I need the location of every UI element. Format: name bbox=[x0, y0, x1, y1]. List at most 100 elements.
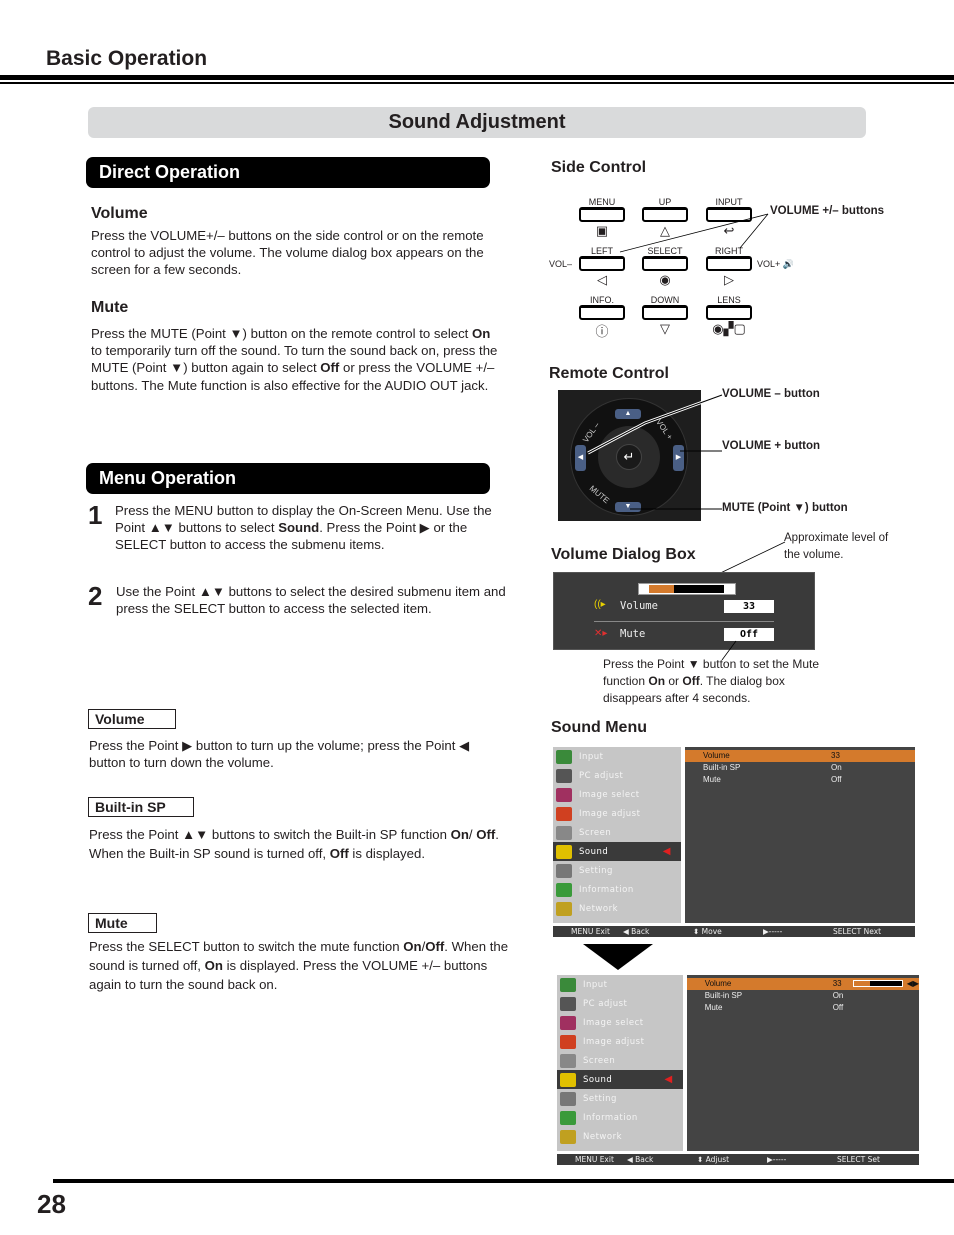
menu-category-icon bbox=[560, 996, 576, 1011]
volume-item-text: Press the Point ▶ button to turn up the … bbox=[89, 738, 470, 771]
osd-sidebar-item[interactable]: Setting bbox=[553, 861, 681, 880]
section-title: Basic Operation bbox=[46, 47, 208, 70]
osd-sidebar-item[interactable]: Image adjust bbox=[557, 1032, 683, 1051]
divider bbox=[594, 621, 774, 622]
osd-sidebar-item[interactable]: Image select bbox=[557, 1013, 683, 1032]
header-rule bbox=[0, 75, 954, 80]
side-button-symbol-icon: ◉▞▢ bbox=[712, 321, 746, 336]
mute-callout: MUTE (Point ▼) button bbox=[722, 502, 848, 514]
osd-sidebar-label: Input bbox=[583, 979, 608, 990]
osd-sidebar-label: Information bbox=[583, 1112, 638, 1123]
step-text: Use the Point ▲▼ buttons to select the d… bbox=[116, 584, 506, 617]
side-button-symbol-icon: ◉ bbox=[659, 272, 671, 287]
osd-sidebar-item[interactable]: Screen bbox=[553, 823, 681, 842]
side-button-label: INFO. bbox=[590, 295, 614, 305]
selected-marker-icon: ◀ bbox=[662, 846, 671, 857]
osd-sidebar-label: Screen bbox=[583, 1055, 616, 1066]
side-button-label: LENS bbox=[717, 295, 741, 305]
side-button bbox=[706, 305, 752, 320]
dialog-note: Press the Point ▼ button to set the Mute… bbox=[603, 657, 819, 705]
row-value: Off bbox=[831, 775, 842, 784]
help-bar-item: SELECT Set bbox=[837, 1155, 880, 1164]
osd-submenu-row[interactable]: Volume 33 bbox=[685, 750, 915, 762]
osd-sidebar-label: Network bbox=[579, 903, 618, 914]
menu-category-icon bbox=[560, 1015, 576, 1030]
osd-sidebar-item[interactable]: Sound ◀ bbox=[557, 1070, 683, 1089]
sound-menu-screen: Input PC adjust Image select Image adjust Sc… bbox=[553, 747, 915, 937]
osd-submenu-row[interactable]: Built-in SP On bbox=[687, 990, 919, 1002]
builtin-sp-item-label: Built-in SP bbox=[88, 797, 194, 817]
osd-sidebar-item[interactable]: Information bbox=[557, 1108, 683, 1127]
menu-category-icon bbox=[556, 806, 572, 821]
mute-icon: ✕▸ bbox=[594, 628, 608, 639]
osd-sidebar-item[interactable]: Setting bbox=[557, 1089, 683, 1108]
page-number: 28 bbox=[37, 1189, 66, 1219]
side-button-label: INPUT bbox=[715, 197, 743, 207]
osd-sidebar-item[interactable]: Information bbox=[553, 880, 681, 899]
osd-sidebar: Input PC adjust Image select Image adjust Sc… bbox=[557, 975, 683, 1151]
osd-submenu: Volume 33 ◀▶ Built-in SP On Mute Off bbox=[686, 975, 919, 1151]
osd-sidebar-label: Image select bbox=[583, 1017, 644, 1028]
menu-category-icon bbox=[556, 749, 572, 764]
osd-sidebar-item[interactable]: Image select bbox=[553, 785, 681, 804]
row-value: On bbox=[832, 991, 844, 1000]
osd-sidebar-item[interactable]: Network bbox=[553, 899, 681, 918]
help-bar-item: ⬍ Move bbox=[693, 927, 722, 936]
row-value: Off bbox=[832, 1003, 844, 1012]
selected-marker-icon: ◀ bbox=[664, 1074, 673, 1085]
row-value: 33 bbox=[831, 751, 840, 760]
osd-sidebar-label: Sound bbox=[579, 846, 609, 857]
osd-sidebar-label: Input bbox=[579, 751, 604, 762]
side-button-symbol-icon: ▷ bbox=[724, 272, 734, 287]
osd-sidebar-label: Image adjust bbox=[583, 1036, 645, 1047]
osd-sidebar-label: Network bbox=[583, 1131, 622, 1142]
volume-dialog: ((▸ Volume 33 ✕▸ Mute Off bbox=[553, 572, 815, 650]
menu-category-icon bbox=[560, 1129, 576, 1144]
menu-operation-heading: Menu Operation bbox=[86, 463, 490, 494]
osd-sidebar-item[interactable]: Image adjust bbox=[553, 804, 681, 823]
menu-category-icon bbox=[556, 882, 572, 897]
direct-operation-heading: Direct Operation bbox=[86, 157, 490, 188]
side-button-label: MENU bbox=[588, 197, 616, 207]
row-name: Volume bbox=[703, 751, 730, 760]
side-button-symbol-icon: ▽ bbox=[660, 321, 670, 336]
help-bar-item: ⬍ Adjust bbox=[697, 1155, 730, 1164]
menu-category-icon bbox=[556, 863, 572, 878]
osd-sidebar-item[interactable]: PC adjust bbox=[553, 766, 681, 785]
osd-submenu-row[interactable]: Mute Off bbox=[685, 774, 915, 786]
osd-submenu-row[interactable]: Built-in SP On bbox=[685, 762, 915, 774]
mute-heading: Mute bbox=[91, 299, 129, 316]
mute-item-text: Press the SELECT button to switch the mu… bbox=[89, 939, 509, 992]
row-value: 33 bbox=[832, 979, 842, 988]
volume-slider[interactable] bbox=[852, 980, 903, 987]
help-bar-item: SELECT Next bbox=[833, 927, 882, 936]
menu-category-icon bbox=[556, 825, 572, 840]
osd-sidebar: Input PC adjust Image select Image adjust Sc… bbox=[553, 747, 681, 923]
callout-lines bbox=[619, 213, 769, 253]
osd-sidebar-item[interactable]: Input bbox=[557, 975, 683, 994]
row-name: Mute bbox=[704, 1003, 723, 1012]
osd-sidebar-item[interactable]: Input bbox=[553, 747, 681, 766]
row-value: On bbox=[831, 763, 842, 772]
volume-adjust-screen: Input PC adjust Image select Image adjust Sc… bbox=[557, 975, 919, 1165]
volume-heading: Volume bbox=[91, 205, 148, 222]
osd-submenu-row[interactable]: Mute Off bbox=[687, 1002, 919, 1014]
osd-help-bar: MENU Exit ◀ Back ⬍ Move ▶----- SELECT Next bbox=[553, 926, 915, 937]
volume-dialog-heading: Volume Dialog Box bbox=[551, 546, 696, 563]
row-name: Volume bbox=[704, 979, 732, 988]
remote-callout-lines bbox=[587, 393, 723, 510]
osd-sidebar-item[interactable]: Sound ◀ bbox=[553, 842, 681, 861]
osd-sidebar-item[interactable]: Screen bbox=[557, 1051, 683, 1070]
row-name: Built-in SP bbox=[704, 991, 743, 1000]
volume-plus-callout: VOLUME + button bbox=[722, 440, 821, 452]
menu-category-icon bbox=[556, 787, 572, 802]
level-callout: Approximate level of the volume. bbox=[784, 532, 889, 561]
side-button-symbol-icon: ⓘ bbox=[595, 324, 609, 339]
osd-submenu-row[interactable]: Volume 33 ◀▶ bbox=[686, 978, 919, 990]
osd-sidebar-item[interactable]: Network bbox=[557, 1127, 683, 1146]
footer-rule bbox=[53, 1179, 954, 1183]
osd-sidebar-item[interactable]: PC adjust bbox=[557, 994, 683, 1013]
menu-category-icon bbox=[560, 1053, 576, 1068]
volume-buttons-callout: VOLUME +/– buttons bbox=[770, 205, 885, 217]
side-button bbox=[642, 305, 688, 320]
